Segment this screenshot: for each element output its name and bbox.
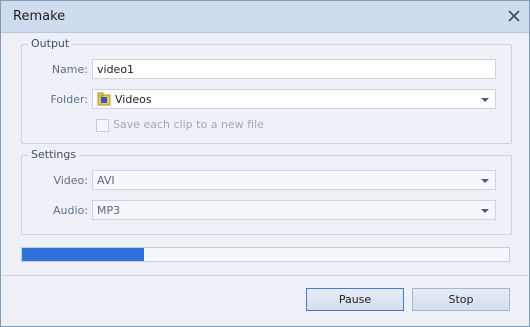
audio-label: Audio: xyxy=(53,204,88,217)
pause-button[interactable]: Pause xyxy=(306,288,404,311)
close-button[interactable] xyxy=(505,7,523,25)
audio-format-value: MP3 xyxy=(97,204,121,217)
chevron-down-icon xyxy=(481,209,489,213)
footer-divider xyxy=(2,275,528,276)
audio-format-dropdown[interactable]: MP3 xyxy=(92,200,496,220)
settings-group-title: Settings xyxy=(28,148,80,161)
name-input-value: video1 xyxy=(97,63,135,76)
settings-group: Settings Video: AVI Audio: MP3 xyxy=(21,148,512,235)
stop-button[interactable]: Stop xyxy=(412,288,510,311)
output-group: Output Name: video1 Folder: Videos Save … xyxy=(21,37,512,144)
video-format-dropdown[interactable]: AVI xyxy=(92,170,496,190)
name-label: Name: xyxy=(51,63,88,76)
title-bar: Remake xyxy=(1,1,529,33)
window-title: Remake xyxy=(13,9,66,24)
progress-bar xyxy=(21,247,510,262)
video-format-value: AVI xyxy=(97,174,115,187)
folder-value: Videos xyxy=(115,93,152,106)
output-group-title: Output xyxy=(28,37,73,50)
remake-dialog: Remake Output Name: video1 Folder: Video… xyxy=(0,0,530,327)
chevron-down-icon xyxy=(481,179,489,183)
progress-fill xyxy=(22,248,144,261)
folder-dropdown[interactable]: Videos xyxy=(92,89,496,109)
name-input[interactable]: video1 xyxy=(92,59,496,79)
save-each-clip-label: Save each clip to a new file xyxy=(113,118,264,131)
folder-label: Folder: xyxy=(50,93,88,106)
save-each-clip-checkbox[interactable] xyxy=(96,119,109,132)
chevron-down-icon xyxy=(481,98,489,102)
close-icon xyxy=(508,10,520,22)
folder-video-icon xyxy=(97,92,111,106)
video-label: Video: xyxy=(53,174,88,187)
